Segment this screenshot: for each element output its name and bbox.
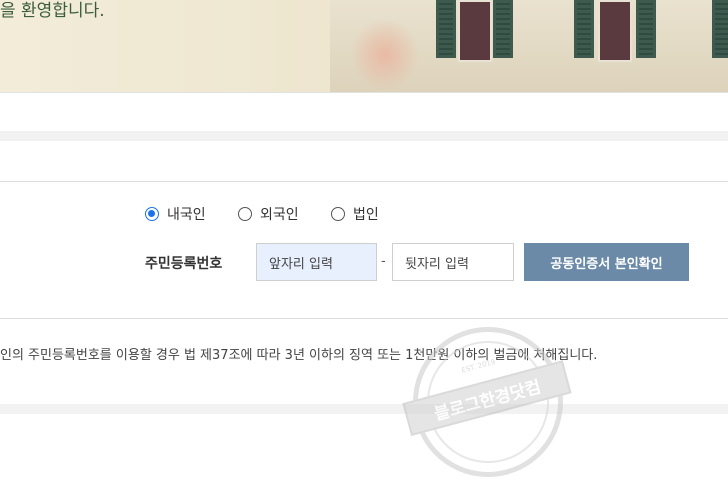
radio-selected-icon[interactable] xyxy=(145,207,159,221)
divider xyxy=(0,92,728,93)
banner-shutter xyxy=(436,0,456,58)
rrn-separator: - xyxy=(381,254,386,269)
banner-shutter xyxy=(493,0,513,58)
banner-shutter xyxy=(574,0,594,58)
radio-unselected-icon[interactable] xyxy=(331,207,345,221)
rrn-front-input[interactable] xyxy=(256,243,377,281)
banner-window xyxy=(598,0,632,62)
radio-domestic-label: 내국인 xyxy=(167,207,206,223)
rrn-back-input[interactable] xyxy=(392,243,514,281)
banner-welcome-text: 을 환영합니다. xyxy=(0,1,105,21)
hero-banner: 을 환영합니다. xyxy=(0,0,728,92)
banner-light xyxy=(350,18,420,92)
banner-window xyxy=(458,0,492,62)
rrn-label: 주민등록번호 xyxy=(145,256,223,272)
radio-foreigner[interactable]: 외국인 xyxy=(238,204,299,224)
banner-shutter xyxy=(636,0,656,58)
divider xyxy=(0,318,728,319)
radio-corporation-label: 법인 xyxy=(353,207,379,223)
section-band xyxy=(0,131,728,141)
radio-unselected-icon[interactable] xyxy=(238,207,252,221)
banner-shutter xyxy=(712,0,728,58)
radio-foreigner-label: 외국인 xyxy=(260,207,299,223)
divider xyxy=(0,181,728,182)
certificate-verify-button[interactable]: 공동인증서 본인확인 xyxy=(524,243,689,281)
section-band xyxy=(0,404,728,414)
radio-domestic[interactable]: 내국인 xyxy=(145,204,206,224)
radio-corporation[interactable]: 법인 xyxy=(331,204,379,224)
watermark-stamp: EST. 2019 블로그한경닷컴 xyxy=(396,310,580,494)
